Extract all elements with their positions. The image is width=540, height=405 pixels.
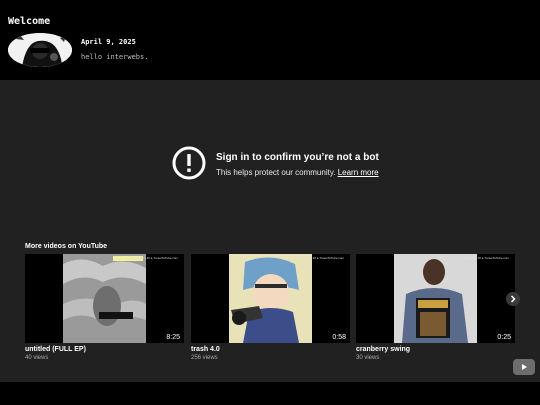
bot-check-text: This helps protect our community. <box>216 168 338 177</box>
thumbnail-image <box>229 254 312 343</box>
avatar <box>8 33 72 67</box>
thumbnail-watermark: uploaded to 4K ▸ TunesToTube.com <box>296 256 344 260</box>
bot-check-title: Sign in to confirm you’re not a bot <box>216 152 379 163</box>
video-views: 40 views <box>25 355 49 361</box>
more-videos-heading: More videos on YouTube <box>25 243 108 250</box>
thumbnail-image <box>394 254 477 343</box>
video-card[interactable]: uploaded to 4K ▸ TunesToTube.com 0:58 tr… <box>191 254 350 361</box>
video-card[interactable]: uploaded to 4K ▸ TunesToTube.com 8:25 un… <box>25 254 184 361</box>
avatar-image <box>8 33 72 67</box>
learn-more-link[interactable]: Learn more <box>338 168 379 177</box>
post-text: hello interwebs. <box>81 53 149 61</box>
video-duration: 0:58 <box>332 334 346 341</box>
video-thumbnail[interactable]: uploaded to 4K ▸ TunesToTube.com 8:25 <box>25 254 184 343</box>
video-views: 30 views <box>356 355 380 361</box>
exclamation-circle-icon <box>172 146 206 180</box>
video-thumbnail[interactable]: uploaded to 4K ▸ TunesToTube.com 0:25 <box>356 254 515 343</box>
post-date: April 9, 2025 <box>81 38 136 46</box>
thumbnail-image <box>63 254 146 343</box>
site-header: Welcome April 9, 2025 hello interwebs. <box>0 0 540 80</box>
next-videos-button[interactable] <box>506 292 520 306</box>
youtube-logo-icon <box>522 364 527 370</box>
video-views: 256 views <box>191 355 218 361</box>
thumbnail-watermark: uploaded to 4K ▸ TunesToTube.com <box>130 256 178 260</box>
video-duration: 8:25 <box>166 334 180 341</box>
video-title[interactable]: trash 4.0 <box>191 346 350 353</box>
video-card[interactable]: uploaded to 4K ▸ TunesToTube.com 0:25 cr… <box>356 254 515 361</box>
chevron-right-icon <box>510 295 516 303</box>
youtube-logo-button[interactable] <box>513 359 535 375</box>
page-footer <box>0 382 540 405</box>
video-duration: 0:25 <box>497 334 511 341</box>
site-title: Welcome <box>8 16 51 27</box>
video-title[interactable]: untitled (FULL EP) <box>25 346 184 353</box>
youtube-embed: Sign in to confirm you’re not a bot This… <box>0 80 540 382</box>
bot-check-description: This helps protect our community. Learn … <box>216 168 379 177</box>
video-title[interactable]: cranberry swing <box>356 346 515 353</box>
thumbnail-watermark: uploaded to 4K ▸ TunesToTube.com <box>461 256 509 260</box>
video-thumbnail[interactable]: uploaded to 4K ▸ TunesToTube.com 0:58 <box>191 254 350 343</box>
